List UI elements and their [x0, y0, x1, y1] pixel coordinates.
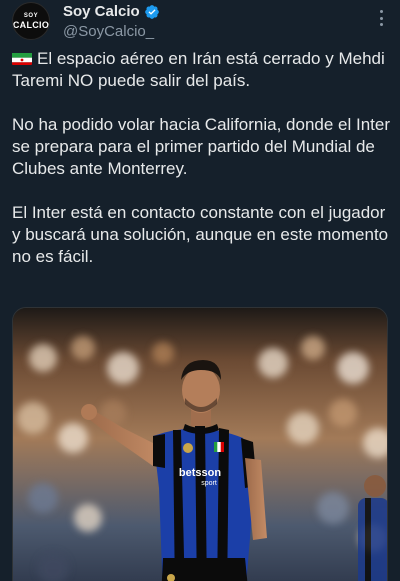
tweet-paragraph-1: El espacio aéreo en Irán está cerrado y … — [12, 48, 392, 92]
verified-badge-icon — [144, 4, 159, 19]
tweet-photo[interactable]: betsson sport — [12, 307, 388, 581]
tweet-text: El espacio aéreo en Irán está cerrado y … — [12, 48, 392, 268]
account-handle[interactable]: @SoyCalcio_ — [63, 23, 154, 40]
player-photo: betsson sport — [13, 308, 387, 581]
tweet-paragraph-1-text: El espacio aéreo en Irán está cerrado y … — [12, 49, 385, 90]
avatar-text-top: SOY — [23, 12, 39, 19]
avatar-text-bottom: CALCIO — [12, 19, 50, 30]
display-name[interactable]: Soy Calcio — [63, 3, 140, 20]
more-options-icon[interactable] — [378, 10, 384, 26]
sponsor-subtext: sport — [201, 480, 217, 487]
iran-flag-icon — [12, 51, 32, 65]
tweet-paragraph-2: No ha podido volar hacia California, don… — [12, 115, 391, 178]
tweet-paragraph-3: El Inter está en contacto constante con … — [12, 203, 389, 266]
avatar[interactable]: SOY CALCIO — [12, 2, 50, 40]
tweet[interactable]: SOY CALCIO Soy Calcio @SoyCalcio_ El esp… — [0, 0, 400, 581]
account-name-row[interactable]: Soy Calcio — [63, 3, 160, 20]
sponsor-text: betsson — [179, 467, 221, 479]
